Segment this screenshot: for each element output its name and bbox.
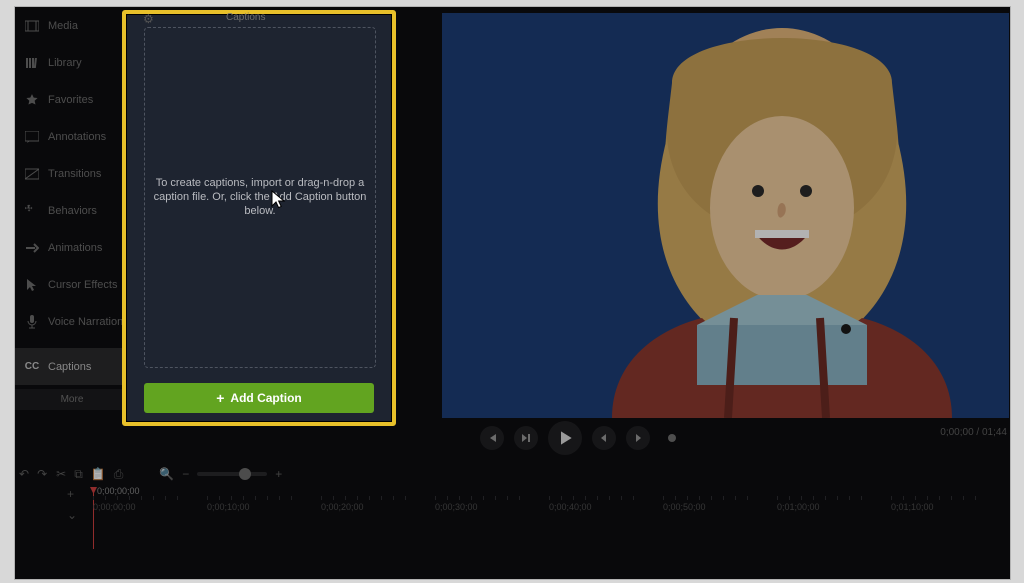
- copy-button[interactable]: ⧉: [74, 467, 83, 482]
- zoom-slider[interactable]: [197, 472, 267, 476]
- prev-frame-button[interactable]: [480, 426, 504, 450]
- media-icon: [25, 19, 39, 33]
- step-button[interactable]: [514, 426, 538, 450]
- timeline: +⌄ 0;00;00;00 0;00;00;000;00;10;000;00;2…: [19, 487, 1006, 575]
- paste-button[interactable]: 📋: [91, 467, 106, 481]
- annotations-icon: [25, 130, 39, 144]
- sidebar-item-media[interactable]: Media: [15, 7, 129, 44]
- add-caption-button[interactable]: + Add Caption: [144, 383, 374, 413]
- star-icon: [25, 93, 39, 107]
- sidebar-label: Transitions: [48, 168, 101, 180]
- redo-button[interactable]: ↷: [37, 467, 47, 481]
- timeline-ruler[interactable]: 0;00;00;00 0;00;00;00 0;00;10;00 0;00;20;0…: [93, 487, 1006, 557]
- animations-icon: [25, 241, 39, 255]
- cc-icon: CC: [25, 360, 39, 374]
- playhead-timecode: 0;00;00;00: [97, 486, 140, 496]
- mic-icon: [25, 315, 39, 329]
- sidebar-item-library[interactable]: Library: [15, 44, 129, 81]
- sidebar-label: Cursor Effects: [48, 279, 118, 291]
- sidebar-label: Favorites: [48, 94, 93, 106]
- timecode: 0;00;00 / 01;44: [940, 427, 1007, 438]
- sidebar-item-behaviors[interactable]: Behaviors: [15, 192, 129, 229]
- video-preview: [442, 13, 1009, 418]
- timeline-tick: 0;01;00;00: [777, 498, 862, 512]
- timeline-tick: 0;00;10;00: [207, 498, 292, 512]
- captions-panel: ⚙ Captions To create captions, import or…: [122, 10, 396, 426]
- sidebar-item-favorites[interactable]: Favorites: [15, 81, 129, 118]
- sidebar-label: Animations: [48, 242, 102, 254]
- timeline-tick: 0;00;00;00: [93, 498, 178, 512]
- sidebar-more[interactable]: More: [15, 389, 129, 410]
- sidebar-label: Media: [48, 20, 78, 32]
- playback-bar: 0;00;00 / 01;44: [442, 418, 1009, 452]
- sidebar-label: Captions: [48, 361, 91, 373]
- sidebar-label: Voice Narration: [48, 316, 123, 328]
- sidebar-item-captions[interactable]: CC Captions: [15, 348, 129, 385]
- sidebar-label: Behaviors: [48, 205, 97, 217]
- library-icon: [25, 56, 39, 70]
- gear-icon[interactable]: ⚙: [143, 12, 154, 26]
- zoom-out-button[interactable]: −: [182, 467, 189, 481]
- cut-button[interactable]: ✂: [56, 467, 66, 481]
- sidebar-item-transitions[interactable]: Transitions: [15, 155, 129, 192]
- timeline-tick: 0;00;20;00: [321, 498, 406, 512]
- timeline-tick: 0;00;50;00: [663, 498, 748, 512]
- captions-panel-title: Captions: [226, 12, 265, 23]
- add-track-button[interactable]: +: [67, 487, 77, 501]
- captions-drop-zone[interactable]: To create captions, import or drag-n-dro…: [144, 27, 376, 368]
- next-marker-button[interactable]: [626, 426, 650, 450]
- zoom-fit-button[interactable]: 🔍: [159, 467, 174, 481]
- cursor-icon: [25, 278, 39, 292]
- add-caption-label: Add Caption: [230, 391, 301, 405]
- timeline-toolbar: ↶ ↷ ✂ ⧉ 📋 ⎙ 🔍 − +: [19, 462, 1006, 486]
- prev-marker-button[interactable]: [592, 426, 616, 450]
- split-button[interactable]: ⎙: [114, 467, 124, 482]
- track-add-remove: +⌄: [67, 487, 77, 522]
- record-button[interactable]: [660, 426, 684, 450]
- plus-icon: +: [216, 390, 224, 406]
- sidebar-label: Annotations: [48, 131, 106, 143]
- sidebar-item-animations[interactable]: Animations: [15, 229, 129, 266]
- transitions-icon: [25, 167, 39, 181]
- sidebar-item-voice-narration[interactable]: Voice Narration: [15, 303, 129, 340]
- sidebar-label: Library: [48, 57, 82, 69]
- zoom-in-button[interactable]: +: [275, 467, 282, 481]
- sidebar-item-annotations[interactable]: Annotations: [15, 118, 129, 155]
- undo-button[interactable]: ↶: [19, 467, 29, 481]
- captions-drop-instructions: To create captions, import or drag-n-dro…: [153, 176, 367, 218]
- play-button[interactable]: [548, 421, 582, 455]
- collapse-track-button[interactable]: ⌄: [67, 508, 77, 522]
- timeline-tick: 0;00;40;00: [549, 498, 634, 512]
- preview-frame: [442, 13, 1009, 418]
- zoom-slider-knob[interactable]: [239, 468, 251, 480]
- behaviors-icon: [25, 204, 39, 218]
- sidebar-item-cursor-effects[interactable]: Cursor Effects: [15, 266, 129, 303]
- timeline-tick: 0;01;10;00: [891, 498, 976, 512]
- timeline-tick: 0;00;30;00: [435, 498, 520, 512]
